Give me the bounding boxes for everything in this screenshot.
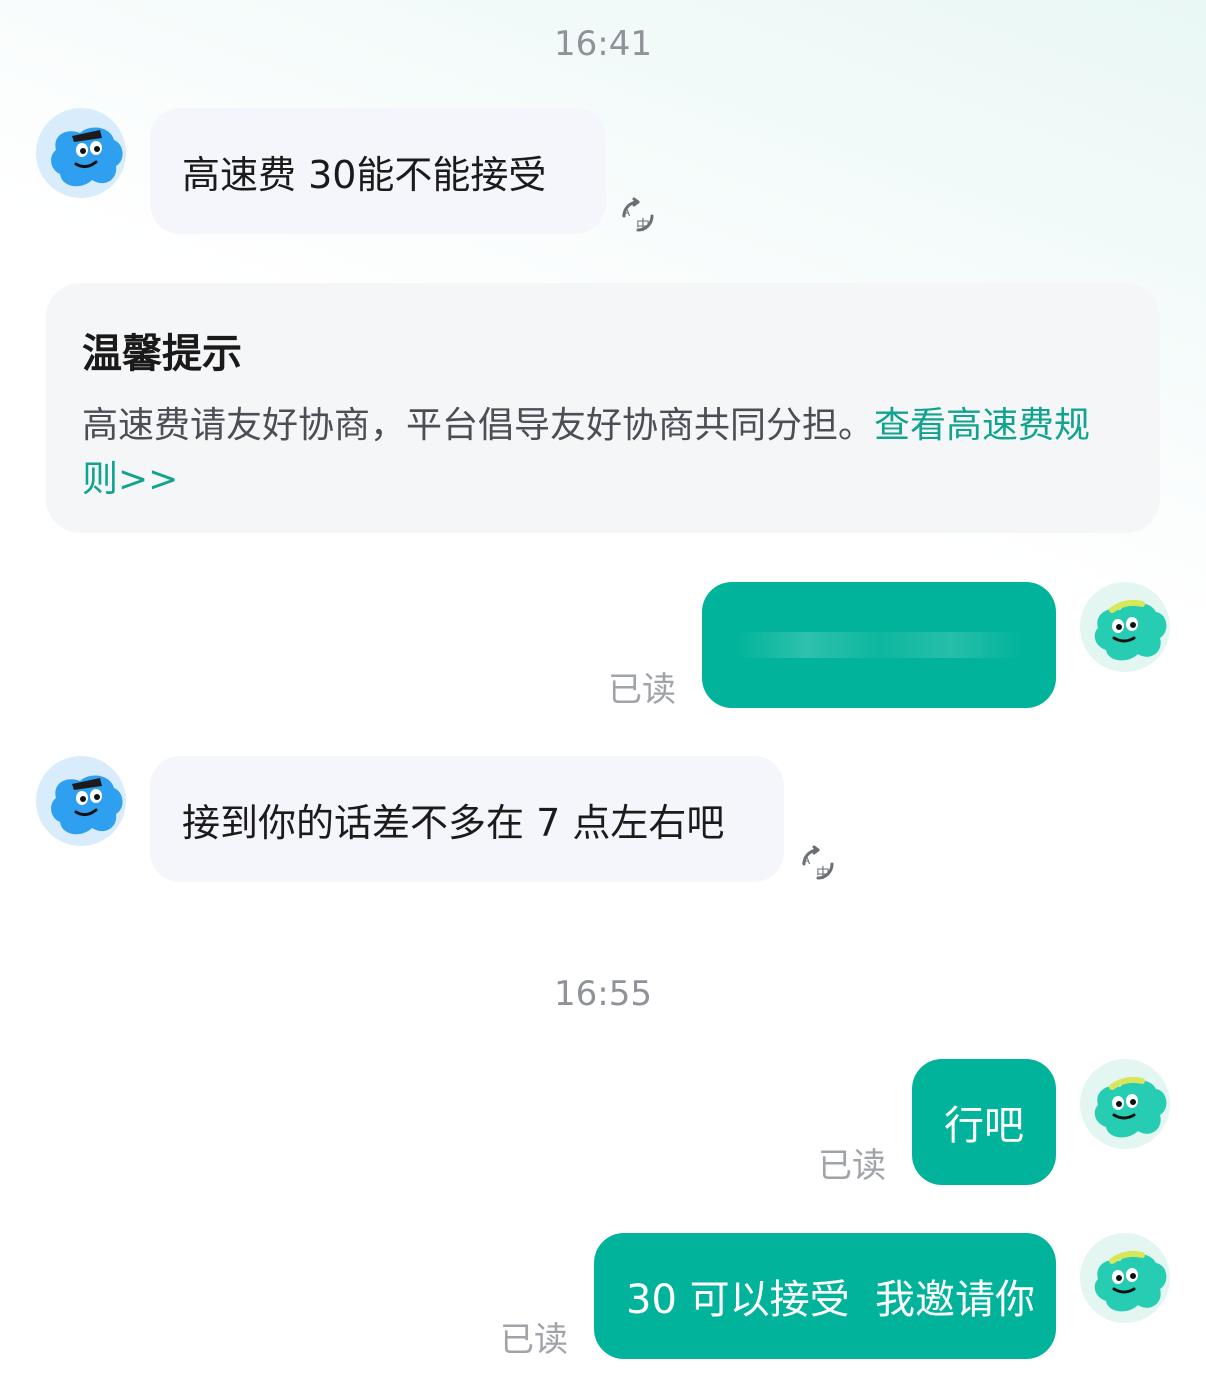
- self-avatar-icon[interactable]: [1080, 582, 1170, 672]
- read-status: 已读: [608, 670, 676, 710]
- message-text: 行吧: [944, 1103, 1024, 1149]
- translate-icon[interactable]: [618, 196, 658, 236]
- notice-text: 高速费请友好协商，平台倡导友好协商共同分担。: [82, 405, 875, 446]
- read-status: 已读: [500, 1320, 568, 1360]
- other-user-avatar-icon[interactable]: [36, 108, 126, 198]
- message-text: 30 可以接受 我邀请你: [626, 1277, 1036, 1323]
- notice-card: 温馨提示 高速费请友好协商，平台倡导友好协商共同分担。查看高速费规则>>: [46, 283, 1160, 533]
- self-avatar-icon[interactable]: [1080, 1059, 1170, 1149]
- other-user-avatar-icon[interactable]: [36, 756, 126, 846]
- message-bubble-outgoing[interactable]: 30 可以接受 我邀请你: [594, 1233, 1056, 1359]
- message-bubble-outgoing[interactable]: [702, 582, 1056, 708]
- message-text: 接到你的话差不多在 7 点左右吧: [182, 800, 725, 845]
- message-text-blurred: [734, 632, 1024, 658]
- message-bubble-outgoing[interactable]: 行吧: [912, 1059, 1056, 1185]
- message-bubble-incoming[interactable]: 高速费 30能不能接受: [150, 108, 606, 234]
- notice-body: 高速费请友好协商，平台倡导友好协商共同分担。查看高速费规则>>: [82, 399, 1124, 507]
- message-bubble-incoming[interactable]: 接到你的话差不多在 7 点左右吧: [150, 756, 784, 882]
- translate-icon[interactable]: [798, 844, 838, 884]
- timestamp: 16:55: [554, 974, 652, 1014]
- timestamp: 16:41: [554, 24, 652, 64]
- message-text: 高速费 30能不能接受: [182, 152, 547, 197]
- read-status: 已读: [818, 1146, 886, 1186]
- self-avatar-icon[interactable]: [1080, 1233, 1170, 1323]
- notice-title: 温馨提示: [82, 331, 242, 377]
